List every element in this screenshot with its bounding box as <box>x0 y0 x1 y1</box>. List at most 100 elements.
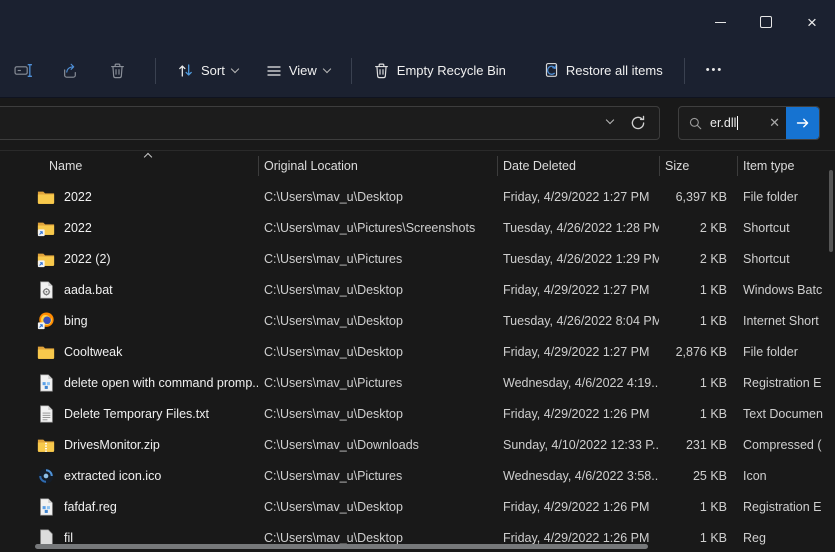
file-type-icon <box>37 219 55 237</box>
restore-all-label: Restore all items <box>566 63 663 78</box>
file-row[interactable]: fafdaf.reg C:\Users\mav_u\Desktop Friday… <box>20 491 827 522</box>
file-original-location: C:\Users\mav_u\Pictures <box>258 469 497 483</box>
view-button[interactable]: View <box>255 55 341 87</box>
file-size: 1 KB <box>659 376 737 390</box>
address-row: er.dll ✕ <box>0 98 835 151</box>
file-name: extracted icon.ico <box>64 469 161 483</box>
delete-button[interactable] <box>98 53 136 89</box>
rename-button[interactable] <box>4 53 42 89</box>
more-options-icon: ••• <box>706 65 724 76</box>
file-original-location: C:\Users\mav_u\Desktop <box>258 531 497 545</box>
file-item-type: Shortcut <box>737 252 827 266</box>
clear-search-button[interactable]: ✕ <box>763 115 786 131</box>
file-row[interactable]: 2022 (2) C:\Users\mav_u\Pictures Tuesday… <box>20 243 827 274</box>
file-row[interactable]: extracted icon.ico C:\Users\mav_u\Pictur… <box>20 460 827 491</box>
file-item-type: Registration E <box>737 376 827 390</box>
file-explorer-window: × Sort View Empty Recycle Bin <box>0 0 835 552</box>
empty-recycle-bin-label: Empty Recycle Bin <box>397 63 506 78</box>
file-name: Delete Temporary Files.txt <box>64 407 209 421</box>
toolbar-divider <box>351 58 352 84</box>
minimize-icon <box>715 22 726 23</box>
file-name: delete open with command promp... <box>64 376 258 390</box>
file-date-deleted: Tuesday, 4/26/2022 1:28 PM <box>497 221 659 235</box>
file-date-deleted: Friday, 4/29/2022 1:26 PM <box>497 500 659 514</box>
column-header-name[interactable]: Name <box>20 151 258 181</box>
file-type-icon <box>37 374 55 392</box>
sort-ascending-icon <box>144 153 152 161</box>
file-item-type: File folder <box>737 190 827 204</box>
file-item-type: Icon <box>737 469 827 483</box>
toolbar-divider <box>155 58 156 84</box>
search-icon <box>688 116 703 131</box>
file-type-icon <box>37 343 55 361</box>
file-size: 2,876 KB <box>659 345 737 359</box>
file-date-deleted: Sunday, 4/10/2022 12:33 P... <box>497 438 659 452</box>
file-original-location: C:\Users\mav_u\Desktop <box>258 190 497 204</box>
chevron-down-icon <box>231 65 239 73</box>
file-date-deleted: Tuesday, 4/26/2022 1:29 PM <box>497 252 659 266</box>
search-box[interactable]: er.dll ✕ <box>678 106 820 140</box>
column-header-original-location[interactable]: Original Location <box>258 151 497 181</box>
rename-icon <box>14 62 33 79</box>
file-row[interactable]: Delete Temporary Files.txt C:\Users\mav_… <box>20 398 827 429</box>
column-header-size[interactable]: Size <box>659 151 737 181</box>
search-input[interactable]: er.dll <box>710 116 736 130</box>
file-name: aada.bat <box>64 283 113 297</box>
search-submit-button[interactable] <box>786 107 819 139</box>
refresh-button[interactable] <box>629 114 647 135</box>
empty-recycle-bin-button[interactable]: Empty Recycle Bin <box>362 54 517 87</box>
file-item-type: Reg <box>737 531 827 545</box>
file-row[interactable]: aada.bat C:\Users\mav_u\Desktop Friday, … <box>20 274 827 305</box>
file-item-type: Text Documen <box>737 407 827 421</box>
file-size: 1 KB <box>659 283 737 297</box>
file-date-deleted: Friday, 4/29/2022 1:27 PM <box>497 190 659 204</box>
sort-button[interactable]: Sort <box>166 54 249 87</box>
file-original-location: C:\Users\mav_u\Pictures <box>258 376 497 390</box>
file-row[interactable]: 2022 C:\Users\mav_u\Pictures\Screenshots… <box>20 212 827 243</box>
column-header-item-type[interactable]: Item type <box>737 151 827 181</box>
file-row[interactable]: bing C:\Users\mav_u\Desktop Tuesday, 4/2… <box>20 305 827 336</box>
maximize-icon <box>760 16 772 28</box>
maximize-button[interactable] <box>743 0 789 44</box>
column-header-row: Name Original Location Date Deleted Size… <box>20 151 827 181</box>
horizontal-scrollbar[interactable] <box>35 544 648 549</box>
file-name: fafdaf.reg <box>64 500 117 514</box>
vertical-scrollbar[interactable] <box>829 170 833 252</box>
file-name: 2022 <box>64 221 92 235</box>
file-name: 2022 <box>64 190 92 204</box>
file-original-location: C:\Users\mav_u\Desktop <box>258 500 497 514</box>
file-row[interactable]: delete open with command promp... C:\Use… <box>20 367 827 398</box>
file-date-deleted: Wednesday, 4/6/2022 3:58... <box>497 469 659 483</box>
restore-icon <box>542 62 559 79</box>
titlebar: × <box>0 0 835 44</box>
file-size: 1 KB <box>659 531 737 545</box>
file-row[interactable]: Cooltweak C:\Users\mav_u\Desktop Friday,… <box>20 336 827 367</box>
address-dropdown-chevron-icon[interactable] <box>606 116 614 124</box>
file-size: 1 KB <box>659 314 737 328</box>
file-date-deleted: Friday, 4/29/2022 1:27 PM <box>497 283 659 297</box>
trash-icon <box>109 62 126 79</box>
view-label: View <box>289 63 317 78</box>
view-icon <box>266 63 282 79</box>
file-size: 1 KB <box>659 407 737 421</box>
restore-all-items-button[interactable]: Restore all items <box>531 54 674 87</box>
command-toolbar: Sort View Empty Recycle Bin Restore all … <box>0 44 835 98</box>
see-more-button[interactable]: ••• <box>695 57 735 84</box>
file-row[interactable]: 2022 C:\Users\mav_u\Desktop Friday, 4/29… <box>20 181 827 212</box>
close-button[interactable]: × <box>789 0 835 44</box>
file-type-icon <box>37 467 55 485</box>
file-date-deleted: Friday, 4/29/2022 1:26 PM <box>497 407 659 421</box>
address-bar[interactable] <box>0 106 660 140</box>
chevron-down-icon <box>323 65 331 73</box>
file-item-type: Registration E <box>737 500 827 514</box>
file-type-icon <box>37 250 55 268</box>
column-header-date-deleted[interactable]: Date Deleted <box>497 151 659 181</box>
refresh-icon <box>629 114 647 132</box>
file-original-location: C:\Users\mav_u\Pictures\Screenshots <box>258 221 497 235</box>
toolbar-divider <box>684 58 685 84</box>
file-row[interactable]: DrivesMonitor.zip C:\Users\mav_u\Downloa… <box>20 429 827 460</box>
file-type-icon <box>37 405 55 423</box>
file-original-location: C:\Users\mav_u\Desktop <box>258 345 497 359</box>
minimize-button[interactable] <box>697 0 743 44</box>
share-button[interactable] <box>51 53 89 89</box>
